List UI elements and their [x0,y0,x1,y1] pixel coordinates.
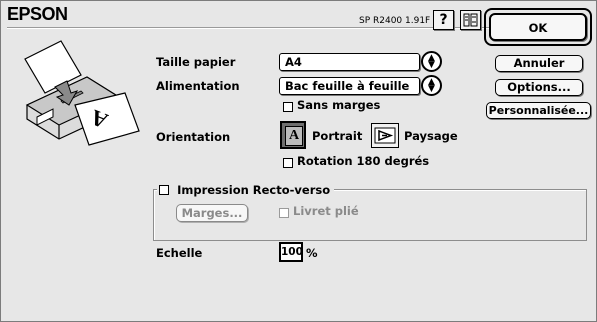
annuler-button[interactable]: Annuler [495,55,583,72]
paper-size-arrows-icon[interactable]: ▲ ▼ [421,51,442,72]
options-button[interactable]: Options... [495,79,583,96]
paper-source-select[interactable]: Bac feuille à feuille [279,77,420,95]
landscape-option[interactable] [371,123,399,148]
scale-input[interactable]: 100 [279,242,303,262]
page-setup-dialog: EPSON SP R2400 1.91F ? OK Annuler Option… [0,0,597,322]
personnalisee-button[interactable]: Personnalisée... [486,102,591,119]
portrait-label[interactable]: Portrait [312,129,362,143]
rotate-180-label: Rotation 180 degrés [297,154,430,168]
orientation-label: Orientation [156,130,231,144]
paper-size-label: Taille papier [156,55,236,69]
paper-source-label: Alimentation [156,79,240,93]
landscape-label[interactable]: Paysage [404,129,458,143]
epson-logo: EPSON [7,4,68,24]
printer-icon: A [24,40,140,146]
paper-size-select[interactable]: A4 [279,53,420,71]
portrait-icon: A [285,126,303,146]
duplex-group-title: Impression Recto-verso [157,179,335,198]
portrait-option[interactable]: A [280,121,306,149]
duplex-checkbox[interactable] [159,185,169,195]
help-button[interactable]: ? [433,10,454,30]
ok-button[interactable]: OK [489,13,587,41]
duplex-label: Impression Recto-verso [177,183,331,197]
borderless-label: Sans marges [297,98,381,112]
rotate-180-checkbox[interactable] [283,158,293,168]
utility-icon [463,13,478,27]
paper-source-arrows-icon[interactable]: ▲ ▼ [421,75,442,96]
printer-illustration: A [17,35,142,159]
printer-version-label: SP R2400 1.91F [359,16,431,26]
landscape-icon [374,127,396,144]
marges-button[interactable]: Marges... [176,204,248,222]
scale-unit: % [306,246,318,260]
scale-label: Echelle [156,246,203,260]
paper-size-value: A4 [285,55,302,69]
booklet-checkbox[interactable] [279,208,289,218]
booklet-label: Livret plié [293,204,359,218]
utility-button[interactable] [460,10,481,30]
borderless-checkbox[interactable] [283,102,293,112]
paper-source-value: Bac feuille à feuille [285,79,410,93]
